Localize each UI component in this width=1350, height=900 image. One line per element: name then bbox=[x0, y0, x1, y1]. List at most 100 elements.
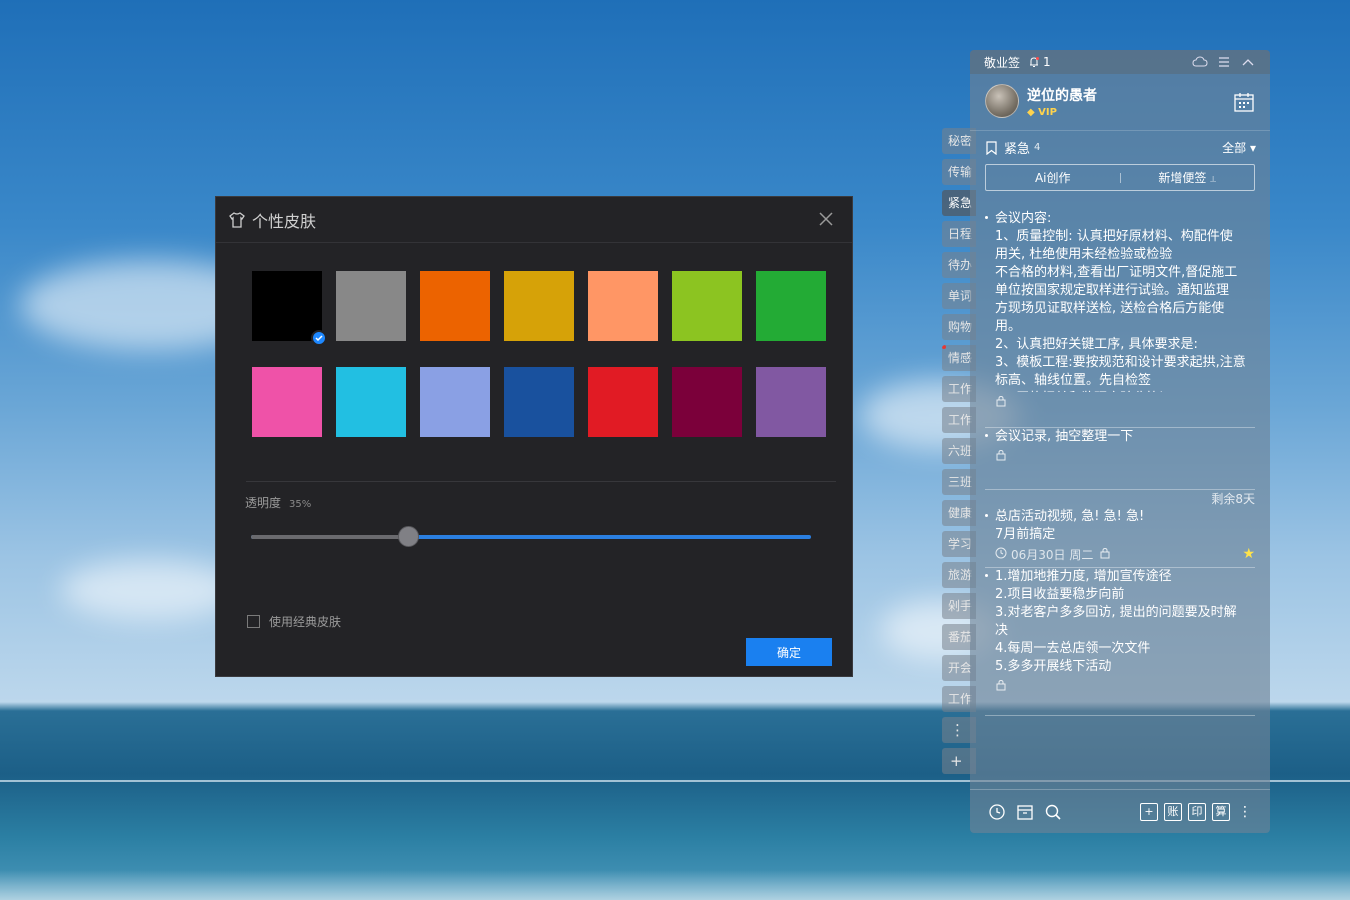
color-swatch[interactable] bbox=[504, 367, 574, 437]
lock-icon bbox=[1099, 547, 1111, 562]
note-item[interactable]: 会议记录, 抽空整理一下 bbox=[985, 428, 1255, 490]
note-body: 会议内容: 1、质量控制: 认真把好原材料、构配件使 用关, 杜绝使用未经检验或检验… bbox=[995, 210, 1255, 392]
note-text-line: 2、认真把好关键工序, 具体要求是: bbox=[995, 337, 1198, 352]
note-text-line: 方现场见证取样送检, 送检合格后方能使 bbox=[995, 301, 1225, 316]
note-text-line: 1.增加地推力度, 增加宣传途径 bbox=[995, 569, 1172, 584]
category-tab-label: 工作 bbox=[948, 692, 973, 706]
note-bullet bbox=[985, 574, 988, 577]
note-bullet bbox=[985, 434, 988, 437]
opacity-value: 35% bbox=[289, 499, 312, 510]
note-date: 06月30日 周二 bbox=[1011, 547, 1094, 562]
divider bbox=[246, 481, 836, 482]
note-body: 会议记录, 抽空整理一下 bbox=[995, 428, 1255, 446]
color-swatch[interactable] bbox=[504, 271, 574, 341]
category-tab-label: 番茄 bbox=[948, 630, 973, 644]
calendar-icon[interactable] bbox=[1232, 90, 1256, 114]
note-body: 总店活动视频, 急! 急! 急! 7月前搞定 bbox=[995, 508, 1255, 544]
note-meta bbox=[995, 392, 1255, 412]
opacity-label-text: 透明度 bbox=[245, 496, 282, 510]
collapse-icon[interactable] bbox=[1240, 55, 1256, 69]
color-swatch[interactable] bbox=[672, 367, 742, 437]
color-swatch[interactable] bbox=[756, 271, 826, 341]
filter-all-dropdown[interactable]: 全部 ▾ bbox=[1222, 139, 1256, 156]
category-tab-label: 情感 bbox=[948, 351, 973, 365]
category-count: 4 bbox=[1034, 142, 1041, 153]
color-swatch[interactable] bbox=[336, 271, 406, 341]
user-name: 逆位的愚者 bbox=[1027, 87, 1097, 104]
star-icon[interactable]: ★ bbox=[1242, 546, 1255, 562]
note-text-line: 单位按国家规定取样进行试验。通知监理 bbox=[995, 283, 1230, 298]
search-icon[interactable] bbox=[1044, 803, 1062, 821]
ai-create-button[interactable]: Ai创作 bbox=[986, 169, 1120, 186]
category-tab-label: ⋮ bbox=[950, 721, 965, 739]
lock-icon bbox=[995, 449, 1007, 464]
ledger-button[interactable]: 账 bbox=[1164, 802, 1182, 821]
category-tab-label: 旅游 bbox=[948, 568, 973, 582]
calc-button[interactable]: 算 bbox=[1212, 802, 1230, 821]
panel-divider bbox=[970, 130, 1270, 131]
close-icon[interactable] bbox=[816, 209, 836, 229]
category-header: 紧急 4 全部 ▾ bbox=[985, 138, 1256, 157]
color-swatch[interactable] bbox=[756, 367, 826, 437]
note-text-line: 不合格的材料,查看出厂证明文件,督促施工 bbox=[995, 265, 1238, 280]
note-text-line: 3、模板工程:要按规范和设计要求起拱,注意 bbox=[995, 355, 1246, 370]
pin-icon: ⟂ bbox=[1210, 175, 1217, 185]
note-item[interactable]: 剩余8天 总店活动视频, 急! 急! 急! 7月前搞定 06月30日 周二 ★ bbox=[985, 490, 1255, 568]
color-swatch[interactable] bbox=[252, 271, 327, 346]
app-name: 敬业签 bbox=[984, 55, 1021, 70]
color-swatch[interactable] bbox=[672, 271, 742, 341]
bookmark-icon bbox=[986, 140, 997, 155]
note-text-line: 用关, 杜绝使用未经检验或检验 bbox=[995, 247, 1173, 262]
category-tab-label: 购物 bbox=[948, 320, 973, 334]
category-tab-label: 单词 bbox=[948, 289, 973, 303]
color-swatch[interactable] bbox=[420, 271, 490, 341]
classic-skin-option[interactable]: 使用经典皮肤 bbox=[247, 613, 341, 630]
new-note-button[interactable]: 新增便签 ⟂ bbox=[1121, 169, 1255, 186]
color-swatch[interactable] bbox=[420, 367, 490, 437]
shirt-icon bbox=[228, 211, 246, 229]
cloud-sync-icon[interactable] bbox=[1192, 55, 1208, 69]
user-profile[interactable]: 逆位的愚者 ◆ VIP bbox=[985, 84, 1097, 118]
opacity-label: 透明度 35% bbox=[245, 494, 311, 511]
archive-icon[interactable] bbox=[1016, 803, 1034, 821]
opacity-slider[interactable] bbox=[251, 526, 811, 547]
category-tab-label: 待办 bbox=[948, 258, 973, 272]
category-tab-label: 工作 bbox=[948, 382, 973, 396]
notification-count: 1 bbox=[1043, 55, 1051, 69]
classic-skin-checkbox[interactable] bbox=[247, 615, 260, 628]
note-item[interactable]: 会议内容: 1、质量控制: 认真把好原材料、构配件使 用关, 杜绝使用未经检验或检验… bbox=[985, 210, 1255, 428]
category-tab-label: 日程 bbox=[948, 227, 973, 241]
category-tab-label: 工作 bbox=[948, 413, 973, 427]
dialog-title: 个性皮肤 bbox=[252, 211, 317, 231]
add-button[interactable]: + bbox=[1140, 802, 1158, 821]
color-swatch[interactable] bbox=[588, 367, 658, 437]
sea-foam bbox=[0, 870, 1350, 900]
note-text-line: 用。 bbox=[995, 319, 1022, 334]
notification-button[interactable]: 1 bbox=[1028, 55, 1051, 69]
note-text-line: 5.多多开展线下活动 bbox=[995, 659, 1112, 674]
print-button[interactable]: 印 bbox=[1188, 802, 1206, 821]
category-tab-label: 三班 bbox=[948, 475, 973, 489]
clock-icon[interactable] bbox=[988, 803, 1006, 821]
color-swatch[interactable] bbox=[336, 367, 406, 437]
vip-label: VIP bbox=[1038, 106, 1057, 118]
note-text-line: 7月前搞定 bbox=[995, 527, 1056, 542]
avatar[interactable] bbox=[985, 84, 1019, 118]
note-item[interactable]: 1.增加地推力度, 增加宣传途径 2.项目收益要稳步向前 3.对老客户多多回访, 提… bbox=[985, 568, 1255, 716]
panel-toolbar: + 账 印 算 ⋮ bbox=[970, 789, 1270, 833]
note-text-line: 会议内容: bbox=[995, 211, 1052, 226]
color-swatch[interactable] bbox=[252, 367, 322, 437]
ok-button[interactable]: 确定 bbox=[746, 638, 832, 666]
category-tab-label: 学习 bbox=[948, 537, 973, 551]
note-text-line: 3.对老客户多多回访, 提出的问题要及时解 bbox=[995, 605, 1237, 620]
menu-icon[interactable] bbox=[1216, 55, 1232, 69]
filter-all-label: 全部 bbox=[1222, 141, 1247, 155]
category-tab-label: 紧急 bbox=[948, 196, 973, 210]
chevron-down-icon: ▾ bbox=[1249, 141, 1256, 155]
classic-skin-label: 使用经典皮肤 bbox=[269, 615, 342, 629]
new-note-label: 新增便签 bbox=[1158, 171, 1207, 185]
slider-thumb[interactable] bbox=[397, 526, 419, 547]
more-icon[interactable]: ⋮ bbox=[1238, 804, 1252, 820]
color-swatch[interactable] bbox=[588, 271, 658, 341]
category-name: 紧急 bbox=[1004, 142, 1031, 157]
